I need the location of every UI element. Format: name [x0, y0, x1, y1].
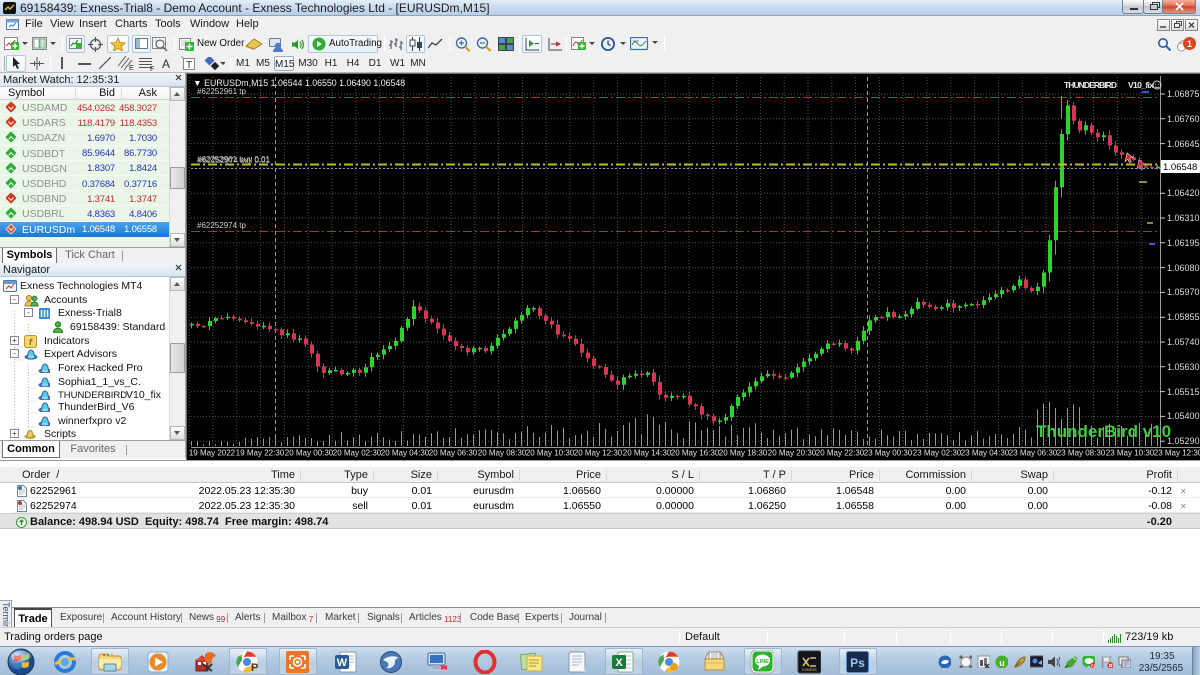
svg-text:23 May 08:30: 23 May 08:30: [1057, 449, 1106, 458]
svg-text:20 May 12:30: 20 May 12:30: [574, 449, 623, 458]
svg-text:1.05740: 1.05740: [1167, 337, 1200, 347]
svg-text:20 May 06:30: 20 May 06:30: [429, 449, 478, 458]
svg-text:20 May 16:30: 20 May 16:30: [671, 449, 720, 458]
svg-text:P: P: [251, 662, 258, 674]
svg-text:LINE: LINE: [756, 659, 769, 665]
svg-text:1.06875: 1.06875: [1167, 89, 1200, 99]
svg-text:23 May 12:30: 23 May 12:30: [1154, 449, 1200, 458]
svg-text:F: F: [150, 66, 154, 71]
svg-text:20 May 10:30: 20 May 10:30: [526, 449, 575, 458]
svg-text:Ps: Ps: [850, 656, 865, 670]
svg-text:1.05515: 1.05515: [1167, 387, 1200, 397]
svg-text:1.06310: 1.06310: [1167, 213, 1200, 223]
svg-text:T: T: [186, 60, 192, 71]
svg-text:1.05400: 1.05400: [1167, 411, 1200, 421]
svg-text:23 May 10:30: 23 May 10:30: [1106, 449, 1155, 458]
svg-text:1.05970: 1.05970: [1167, 287, 1200, 297]
svg-text:u: u: [999, 658, 1005, 668]
svg-text:23 May 02:30: 23 May 02:30: [913, 449, 962, 458]
svg-text:1.06548: 1.06548: [1163, 162, 1197, 173]
svg-text:X: X: [615, 657, 623, 669]
svg-text:EXNESS: EXNESS: [802, 668, 817, 672]
svg-text:20 May 18:30: 20 May 18:30: [719, 449, 768, 458]
svg-text:23 May 04:30: 23 May 04:30: [961, 449, 1010, 458]
svg-text:20 May 08:30: 20 May 08:30: [478, 449, 527, 458]
svg-text:20 May 22:30: 20 May 22:30: [816, 449, 865, 458]
svg-text:1: 1: [1187, 39, 1192, 49]
svg-text:W: W: [337, 657, 348, 669]
svg-text:THUNDERBIRD: THUNDERBIRD: [1064, 80, 1117, 90]
svg-text:20 May 02:30: 20 May 02:30: [333, 449, 382, 458]
svg-text:20 May 00:30: 20 May 00:30: [285, 449, 334, 458]
svg-text:1.06195: 1.06195: [1167, 238, 1200, 248]
svg-text:ThunderBird v10: ThunderBird v10: [1036, 422, 1171, 441]
svg-text:N: N: [1091, 664, 1095, 668]
svg-text:19 May 22:30: 19 May 22:30: [236, 449, 285, 458]
svg-text:1.06080: 1.06080: [1167, 263, 1200, 273]
svg-text:#62252974 sell 0.01: #62252974 sell 0.01: [198, 156, 271, 165]
svg-text:▼ EURUSDm,M15 1.06544 1.06550: ▼ EURUSDm,M15 1.06544 1.06550 1.06490 1.…: [193, 78, 405, 88]
svg-text:1.06760: 1.06760: [1167, 114, 1200, 124]
svg-text:1.05290: 1.05290: [1167, 436, 1200, 446]
svg-text:1.06420: 1.06420: [1167, 188, 1200, 198]
svg-text:23 May 06:30: 23 May 06:30: [1009, 449, 1058, 458]
svg-text:E: E: [129, 65, 134, 71]
svg-text:#62252974 tp: #62252974 tp: [197, 221, 246, 230]
svg-text:20 May 14:30: 20 May 14:30: [623, 449, 672, 458]
svg-text:20 May 04:30: 20 May 04:30: [381, 449, 430, 458]
svg-text:1.06645: 1.06645: [1167, 139, 1200, 149]
svg-text:#62252961 tp: #62252961 tp: [197, 87, 246, 96]
svg-text:20 May 20:30: 20 May 20:30: [768, 449, 817, 458]
svg-text:1.05855: 1.05855: [1167, 312, 1200, 322]
svg-text:23 May 00:30: 23 May 00:30: [864, 449, 913, 458]
svg-text:V10_fix: V10_fix: [1128, 80, 1154, 90]
svg-text:19 May 2022: 19 May 2022: [189, 449, 236, 458]
svg-text:1.05630: 1.05630: [1167, 362, 1200, 372]
